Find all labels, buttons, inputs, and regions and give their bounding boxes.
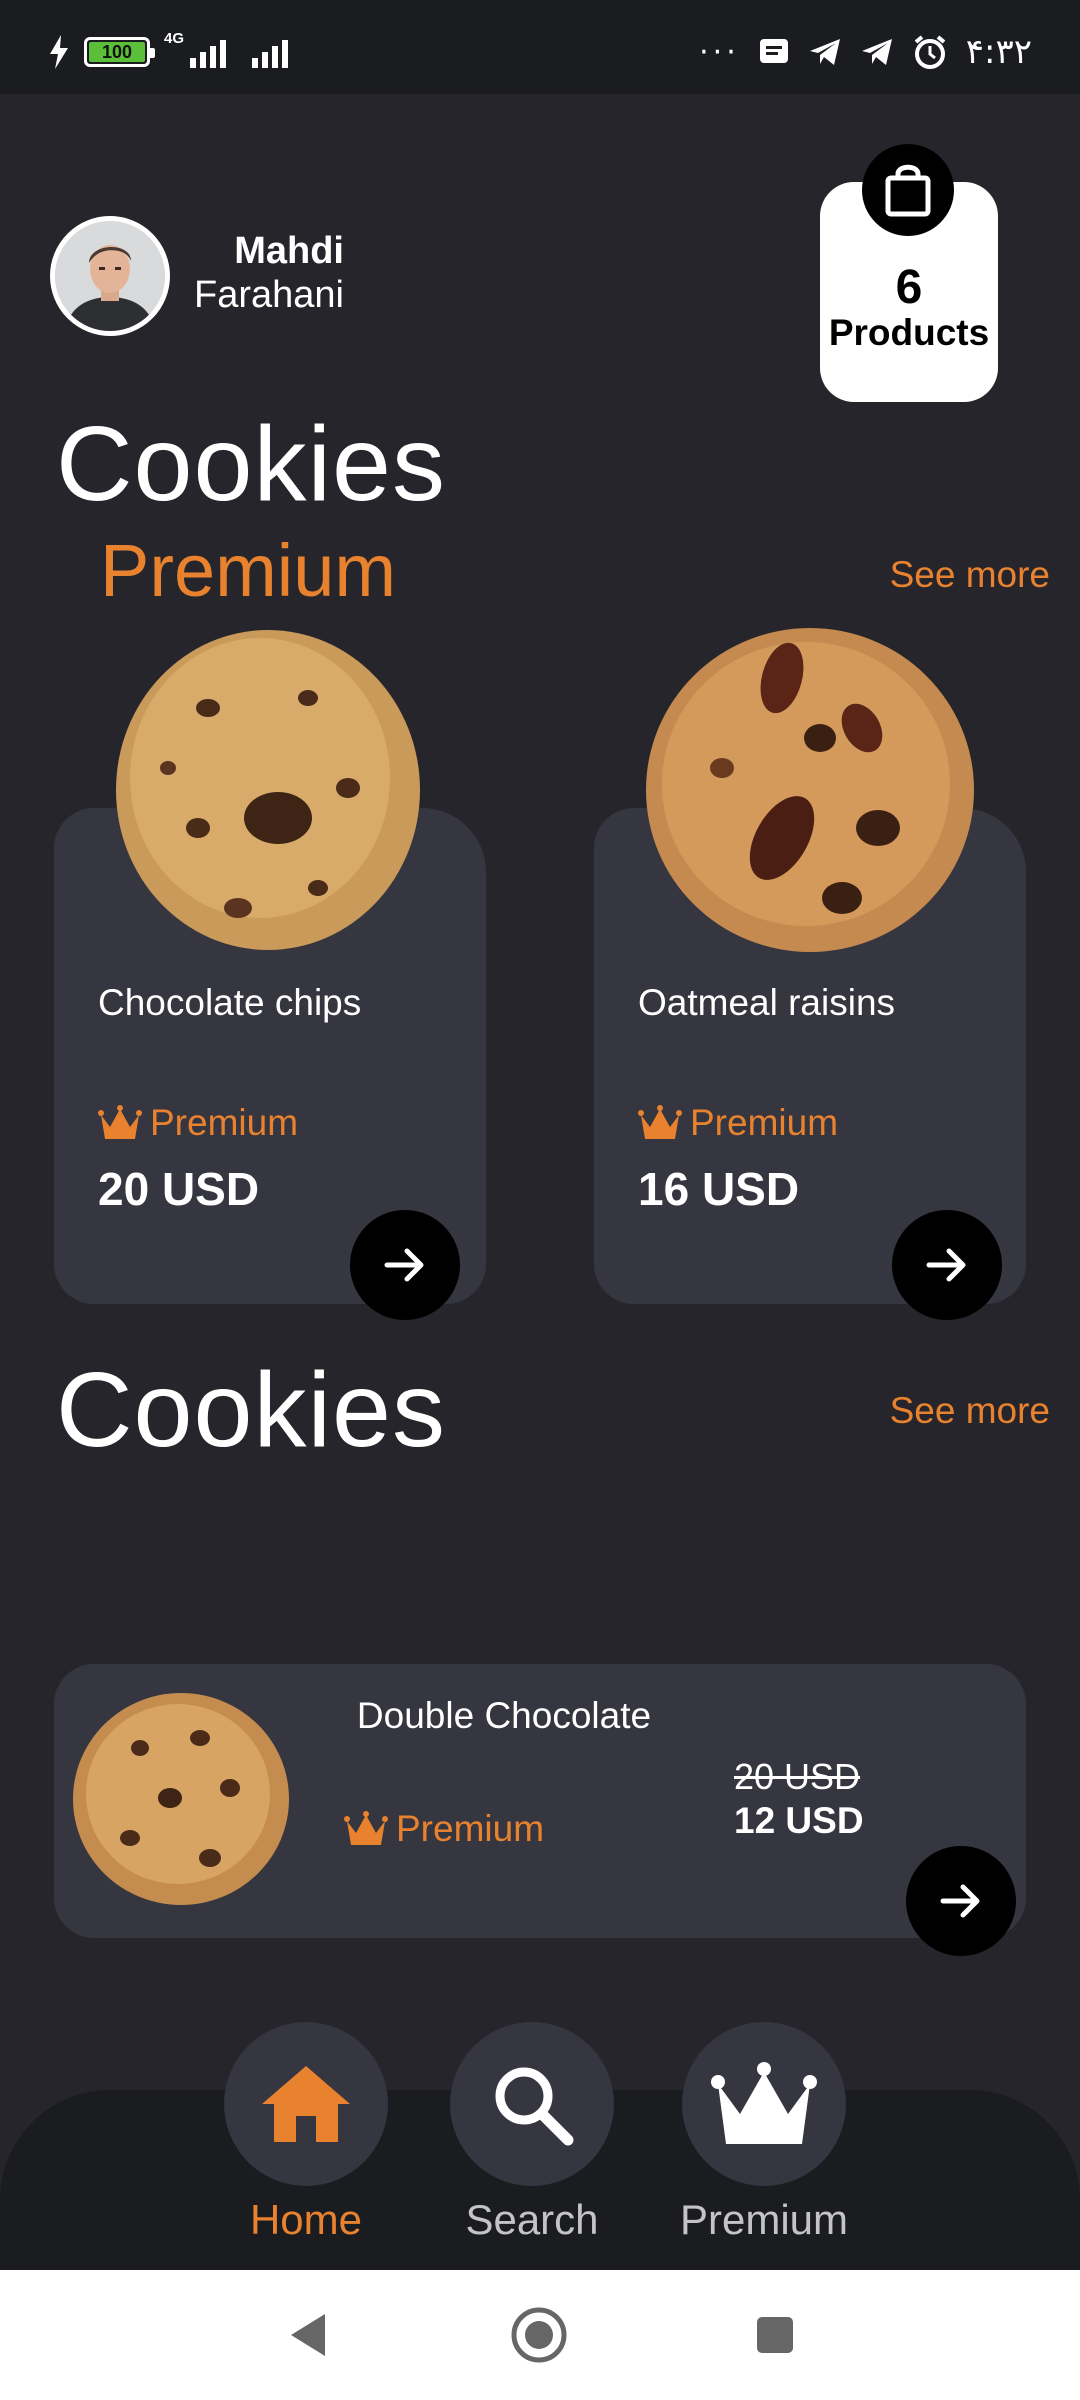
nav-premium-circle[interactable] [682,2022,846,2186]
signal-icon [190,40,227,68]
charging-icon [50,35,68,69]
avatar[interactable] [50,216,170,336]
open-product-button[interactable] [350,1210,460,1320]
nav-premium-label: Premium [679,2196,849,2243]
arrow-right-icon [940,1884,980,1918]
recents-square-icon [757,2317,793,2353]
search-icon [495,2067,574,2146]
home-icon [262,2066,350,2142]
alarm-icon [914,35,946,69]
nav-search-circle[interactable] [450,2022,614,2186]
crown-icon [98,1105,142,1139]
crown-icon [344,1811,388,1845]
battery-level: 100 [89,42,145,62]
product-price: 12 USD [734,1800,864,1841]
cart-count: 6 [895,261,923,314]
product-tier-label: Premium [690,1102,839,1143]
cookies-see-more-link[interactable]: See more [890,1390,1050,1432]
status-right: ··· ۴:۳۲ [699,28,1032,76]
nav-item-premium[interactable]: Premium [654,2022,874,2244]
telegram-icon-2 [861,39,892,65]
system-home-button[interactable] [504,2300,574,2370]
product-price: 20 USD [98,1163,260,1215]
product-tier: Premium [344,1808,544,1850]
system-navigation-bar [0,2270,1080,2400]
home-circle-icon [511,2307,567,2363]
premium-section-subtitle: Premium [100,529,397,612]
system-back-button[interactable] [272,2300,342,2370]
more-notifications-icon: ··· [699,34,740,70]
status-bar: 100 4G ··· ۴:۳۲ [0,0,1080,94]
shopping-bag-icon[interactable] [862,144,954,236]
product-tier-label: Premium [396,1808,545,1849]
status-left: 100 4G [48,28,298,76]
product-tier: Premium [98,1102,298,1144]
product-tier: Premium [638,1102,838,1144]
crown-icon [638,1105,682,1139]
product-tier-label: Premium [150,1102,299,1143]
arrow-right-icon [926,1248,966,1282]
product-name: Double Chocolate [356,1695,652,1736]
network-type: 4G [164,29,185,47]
product-name: Oatmeal raisins [638,982,896,1023]
message-icon [759,39,788,63]
premium-see-more-link[interactable]: See more [890,554,1050,596]
nav-item-home[interactable]: Home [196,2022,416,2244]
user-first-name: Mahdi [234,230,344,272]
cart-label: Products [828,312,990,353]
premium-section-title: Cookies [56,405,446,523]
chocolate-chip-cookie-image [116,630,420,950]
open-product-button[interactable] [906,1846,1016,1956]
oatmeal-raisin-cookie-image [646,628,974,952]
product-card-double-chocolate[interactable]: Double Chocolate Premium 20 USD 12 USD [54,1664,1026,1938]
signal-icon-2 [252,40,289,68]
user-last-name: Farahani [194,274,344,316]
system-recents-button[interactable] [740,2300,810,2370]
cookies-section-title: Cookies [56,1351,446,1469]
product-price: 16 USD [638,1163,800,1215]
clock: ۴:۳۲ [965,32,1032,72]
nav-home-label: Home [249,2196,363,2243]
nav-item-search[interactable]: Search [422,2022,642,2244]
back-triangle-icon [291,2314,325,2356]
telegram-icon [809,39,840,65]
product-name: Chocolate chips [98,982,362,1023]
product-old-price: 20 USD [734,1756,861,1797]
user-photo [55,221,165,331]
arrow-right-icon [384,1248,424,1282]
nav-home-circle[interactable] [224,2022,388,2186]
double-chocolate-cookie-image [73,1693,289,1905]
open-product-button[interactable] [892,1210,1002,1320]
nav-search-label: Search [465,2196,599,2243]
battery-icon: 100 [84,37,155,67]
crown-icon [711,2062,817,2144]
